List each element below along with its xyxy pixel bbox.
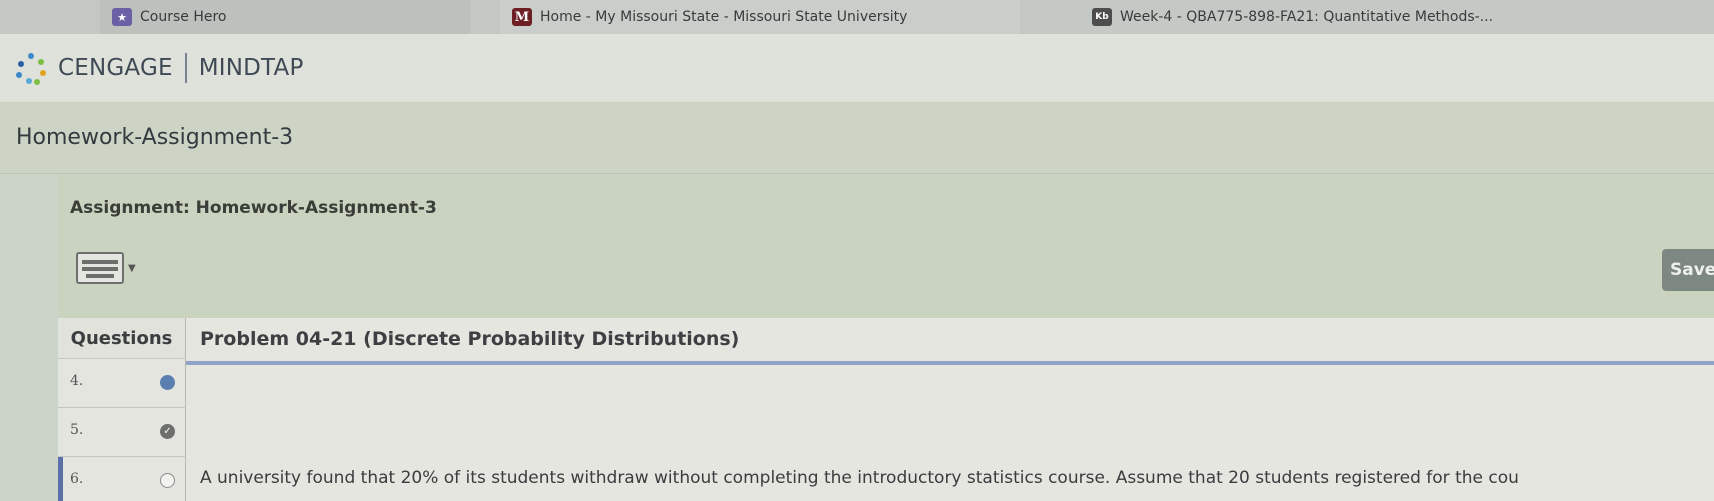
problem-title-underline bbox=[186, 361, 1714, 365]
keyboard-menu-button[interactable]: ▼ bbox=[76, 252, 136, 284]
brand-divider bbox=[184, 53, 187, 83]
question-number: 4. bbox=[70, 373, 84, 389]
question-number: 6. bbox=[70, 471, 84, 487]
cengage-header: CENGAGE MINDTAP bbox=[0, 34, 1714, 102]
star-icon: ★ bbox=[112, 8, 132, 26]
question-number: 5. bbox=[70, 422, 84, 438]
chevron-down-icon: ▼ bbox=[128, 262, 136, 274]
missouri-m-icon: M bbox=[512, 8, 532, 26]
problem-title: Problem 04-21 (Discrete Probability Dist… bbox=[200, 328, 740, 350]
brand-mindtap: MINDTAP bbox=[198, 55, 304, 81]
question-content: Questions 4. 5. ✓ 6. Problem 04-21 (Disc… bbox=[58, 318, 1714, 501]
bookmark-label: Course Hero bbox=[140, 9, 227, 25]
kb-icon: Kb bbox=[1092, 8, 1112, 26]
question-item-4[interactable]: 4. bbox=[58, 358, 186, 407]
cengage-logo-icon[interactable] bbox=[14, 51, 48, 85]
brand-cengage: CENGAGE bbox=[58, 55, 173, 81]
active-indicator bbox=[58, 457, 63, 501]
empty-circle-icon bbox=[160, 473, 175, 488]
assignment-panel: Assignment: Homework-Assignment-3 ▼ Save… bbox=[58, 174, 1714, 501]
check-circle-icon: ✓ bbox=[160, 424, 175, 439]
question-item-5[interactable]: 5. ✓ bbox=[58, 407, 186, 456]
keyboard-icon bbox=[76, 252, 124, 284]
page-title: Homework-Assignment-3 bbox=[16, 125, 294, 150]
questions-header: Questions bbox=[58, 318, 186, 358]
assignment-label: Assignment: Homework-Assignment-3 bbox=[70, 198, 437, 218]
bookmark-week-4[interactable]: Kb Week-4 - QBA775-898-FA21: Quantitativ… bbox=[1080, 0, 1714, 34]
bookmark-missouri-state[interactable]: M Home - My Missouri State - Missouri St… bbox=[500, 0, 1020, 34]
bookmarks-bar: ★ Course Hero M Home - My Missouri State… bbox=[0, 0, 1714, 34]
save-button[interactable]: Save bbox=[1662, 249, 1714, 291]
bookmark-label: Home - My Missouri State - Missouri Stat… bbox=[540, 9, 908, 25]
answered-status-icon bbox=[160, 375, 175, 390]
bookmark-course-hero[interactable]: ★ Course Hero bbox=[100, 0, 470, 34]
bookmark-label: Week-4 - QBA775-898-FA21: Quantitative M… bbox=[1120, 9, 1494, 25]
question-item-6[interactable]: 6. bbox=[58, 456, 186, 501]
assignment-title-bar: Homework-Assignment-3 bbox=[0, 102, 1714, 174]
problem-text: A university found that 20% of its stude… bbox=[200, 468, 1519, 488]
